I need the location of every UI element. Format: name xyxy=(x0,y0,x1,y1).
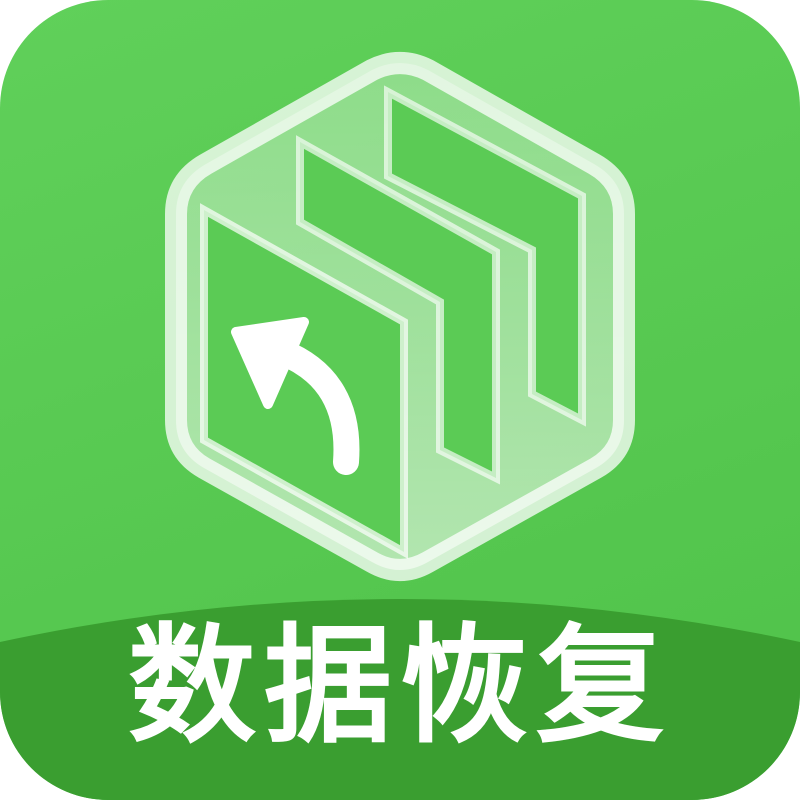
app-name-label: 数据恢复 xyxy=(127,612,672,761)
app-icon[interactable]: 数据恢复 xyxy=(0,0,800,800)
